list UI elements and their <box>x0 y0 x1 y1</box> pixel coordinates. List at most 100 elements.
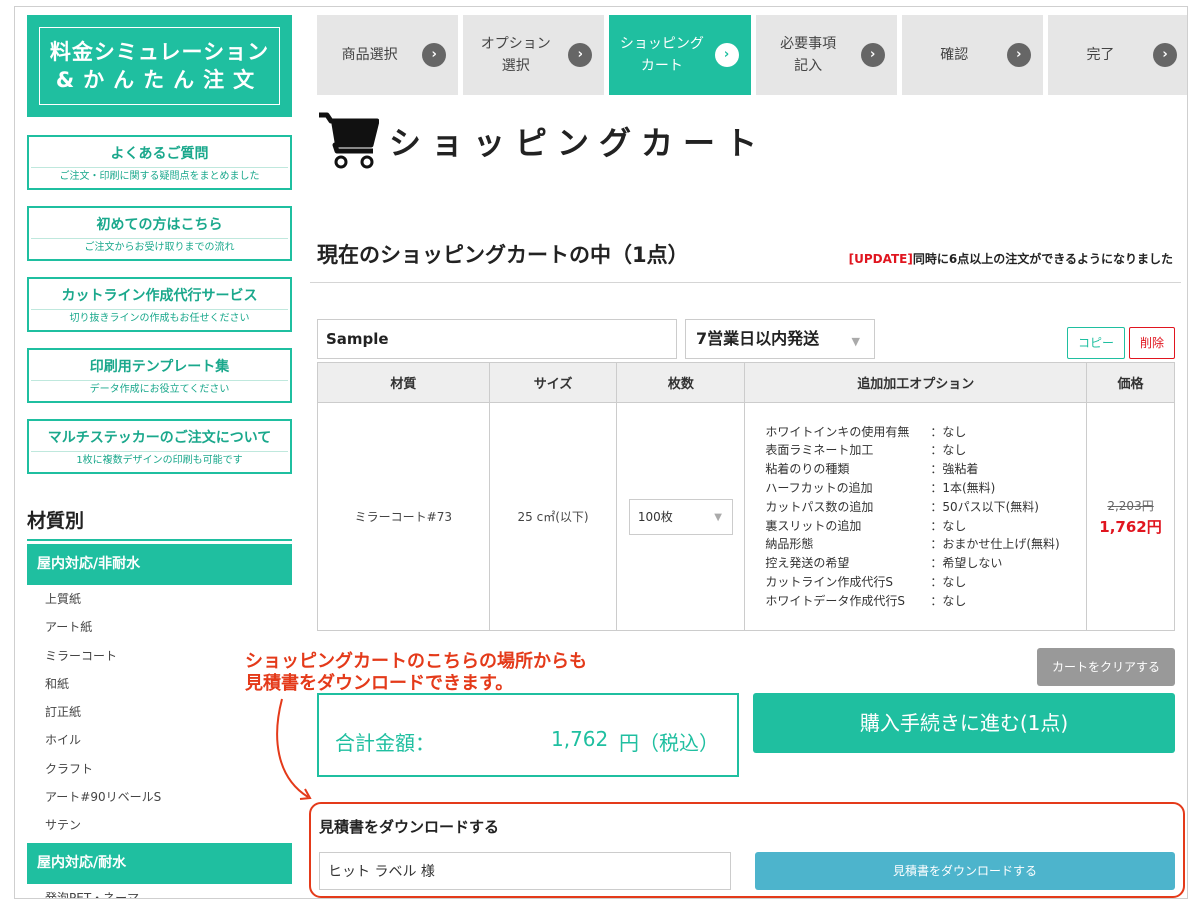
step-required-info[interactable]: 必要事項 記入 › <box>755 15 897 95</box>
option-value: ：なし <box>930 424 967 439</box>
price-original: 2,203円 <box>1107 498 1154 513</box>
beginners-button-sub: ご注文からお受け取りまでの流れ <box>31 238 288 257</box>
option-row: カットパス数の追加 ：50パス以下(無料) <box>755 498 1078 517</box>
option-key: 裏スリットの追加 <box>765 518 862 533</box>
material-item[interactable]: 訂正紙 <box>27 698 292 726</box>
option-value: ：強粘着 <box>930 462 979 477</box>
material-item[interactable]: 発泡PET・ネーマ <box>27 884 292 898</box>
cart-table: 材質 サイズ 枚数 追加加工オプション 価格 ミラーコート#73 25 c㎡(以… <box>317 362 1175 631</box>
step-complete[interactable]: 完了 › <box>1047 15 1187 95</box>
cell-quantity: 100枚 ▼ <box>616 402 746 631</box>
price-discounted: 1,762円 <box>1099 517 1162 536</box>
total-box: 合計金額： 1,762 円（税込） <box>317 693 739 777</box>
cell-material: ミラーコート#73 <box>317 402 490 631</box>
cell-size: 25 c㎡(以下) <box>488 402 618 631</box>
option-row: 控え発送の希望 ：希望しない <box>755 554 1078 573</box>
step-option-select[interactable]: オプション 選択 › <box>463 15 605 95</box>
option-value: ：なし <box>930 574 967 589</box>
quantity-value: 100枚 <box>637 509 673 524</box>
beginners-button-title: 初めての方はこちら <box>96 217 223 233</box>
option-row: ハーフカットの追加 ：1本(無料) <box>755 479 1078 498</box>
annotation-callout: ショッピングカートのこちらの場所からも 見積書をダウンロードできます。 <box>245 651 587 695</box>
step-label: 商品選択 <box>341 47 398 63</box>
header-size: サイズ <box>488 362 618 403</box>
multi-sticker-sub: 1枚に複数デザインの印刷も可能です <box>31 451 288 470</box>
logo-line-2: &かんたん注文 <box>55 68 264 92</box>
material-item[interactable]: サテン <box>27 811 292 839</box>
step-label: 完了 <box>1086 47 1115 63</box>
step-product-select[interactable]: 商品選択 › <box>317 15 459 95</box>
option-key: ホワイトインキの使用有無 <box>765 424 910 439</box>
checkout-button[interactable]: 購入手続きに進む(1点) <box>753 693 1175 753</box>
chevron-right-icon: › <box>1006 43 1031 67</box>
table-row: ミラーコート#73 25 c㎡(以下) 100枚 ▼ ホワイトインキの使用有無 ：な… <box>317 402 1175 631</box>
templates-button-sub: データ作成にお役立てください <box>31 380 288 399</box>
option-key: ハーフカットの追加 <box>765 480 873 495</box>
option-row: ホワイトデータ作成代行S ：なし <box>755 592 1078 611</box>
shipping-select[interactable]: 7営業日以内発送 ▼ <box>685 319 875 359</box>
step-shopping-cart[interactable]: ショッピング カート › <box>609 15 751 95</box>
multi-sticker-title: マルチステッカーのご注文について <box>47 430 272 446</box>
option-value: ：1本(無料) <box>930 480 996 495</box>
option-key: 表面ラミネート加工 <box>765 443 874 458</box>
option-key: 控え発送の希望 <box>765 556 850 571</box>
page-frame: 料金シミュレーション &かんたん注文 よくあるご質問 ご注文・印刷に関する疑問点… <box>14 6 1188 899</box>
material-item[interactable]: アート紙 <box>27 613 292 641</box>
item-name-field[interactable]: Sample <box>317 319 677 359</box>
chevron-right-icon: › <box>1153 43 1178 67</box>
clear-cart-button[interactable]: カートをクリアする <box>1037 648 1175 686</box>
step-label: ショッピング カート <box>619 36 704 74</box>
option-row: 粘着のりの種類 ：強粘着 <box>755 460 1078 479</box>
delete-button[interactable]: 削除 <box>1129 327 1175 359</box>
cart-heading: 現在のショッピングカートの中（1点） <box>317 243 689 267</box>
quantity-select[interactable]: 100枚 ▼ <box>628 498 733 535</box>
cutline-service-sub: 切り抜きラインの作成もお任せください <box>31 309 288 328</box>
material-item[interactable]: 上質紙 <box>27 585 292 613</box>
beginners-button[interactable]: 初めての方はこちら ご注文からお受け取りまでの流れ <box>27 206 292 261</box>
category-heading: 材質別 <box>27 506 292 541</box>
annotation-arrow-icon <box>276 698 312 800</box>
material-item[interactable]: ホイル <box>27 726 292 754</box>
material-item[interactable]: クラフト <box>27 755 292 783</box>
total-amount: 1,762 <box>551 727 609 751</box>
chevron-right-icon: › <box>568 43 593 67</box>
option-value: ：なし <box>930 593 967 608</box>
divider <box>310 282 1181 283</box>
faq-button[interactable]: よくあるご質問 ご注文・印刷に関する疑問点をまとめました <box>27 135 292 190</box>
quote-download-button[interactable]: 見積書をダウンロードする <box>755 852 1175 890</box>
shipping-select-value: 7営業日以内発送 <box>696 329 820 348</box>
templates-button-title: 印刷用テンプレート集 <box>89 359 230 375</box>
copy-button[interactable]: コピー <box>1067 327 1125 359</box>
cutline-service-button[interactable]: カットライン作成代行サービス 切り抜きラインの作成もお任せください <box>27 277 292 332</box>
option-row: 納品形態 ：おまかせ仕上げ(無料) <box>755 535 1078 554</box>
header-options: 追加加工オプション <box>744 362 1088 403</box>
multi-sticker-button[interactable]: マルチステッカーのご注文について 1枚に複数デザインの印刷も可能です <box>27 419 292 474</box>
logo-inner: 料金シミュレーション &かんたん注文 <box>39 27 280 105</box>
quote-name-input[interactable] <box>319 852 731 890</box>
table-header-row: 材質 サイズ 枚数 追加加工オプション 価格 <box>317 362 1175 403</box>
category-indoor-non-waterproof[interactable]: 屋内対応/非耐水 <box>27 544 292 585</box>
step-confirm[interactable]: 確認 › <box>901 15 1043 95</box>
option-value: ：50パス以下(無料) <box>930 499 1039 514</box>
total-unit: 円（税込） <box>619 731 719 755</box>
step-label: 確認 <box>940 47 969 63</box>
header-price: 価格 <box>1086 362 1175 403</box>
annotation-line-2: 見積書をダウンロードできます。 <box>245 673 514 694</box>
logo[interactable]: 料金シミュレーション &かんたん注文 <box>27 15 292 117</box>
shopping-cart-icon <box>319 112 379 169</box>
header-material: 材質 <box>317 362 490 403</box>
templates-button[interactable]: 印刷用テンプレート集 データ作成にお役立てください <box>27 348 292 403</box>
option-row: ホワイトインキの使用有無 ：なし <box>755 423 1078 442</box>
annotation-line-1: ショッピングカートのこちらの場所からも <box>245 651 587 672</box>
page-title: ショッピングカート <box>317 109 767 173</box>
step-label: 必要事項 記入 <box>780 36 837 74</box>
chevron-right-icon: › <box>422 43 447 67</box>
material-item[interactable]: アート#90リベールS <box>27 783 292 811</box>
header-quantity: 枚数 <box>616 362 746 403</box>
option-key: 粘着のりの種類 <box>765 462 850 477</box>
option-key: カットパス数の追加 <box>765 499 874 514</box>
update-text: 同時に6点以上の注文ができるようになりました <box>912 252 1173 266</box>
quote-title: 見積書をダウンロードする <box>319 818 500 836</box>
option-key: 納品形態 <box>765 537 814 552</box>
category-indoor-waterproof[interactable]: 屋内対応/耐水 <box>27 842 292 884</box>
